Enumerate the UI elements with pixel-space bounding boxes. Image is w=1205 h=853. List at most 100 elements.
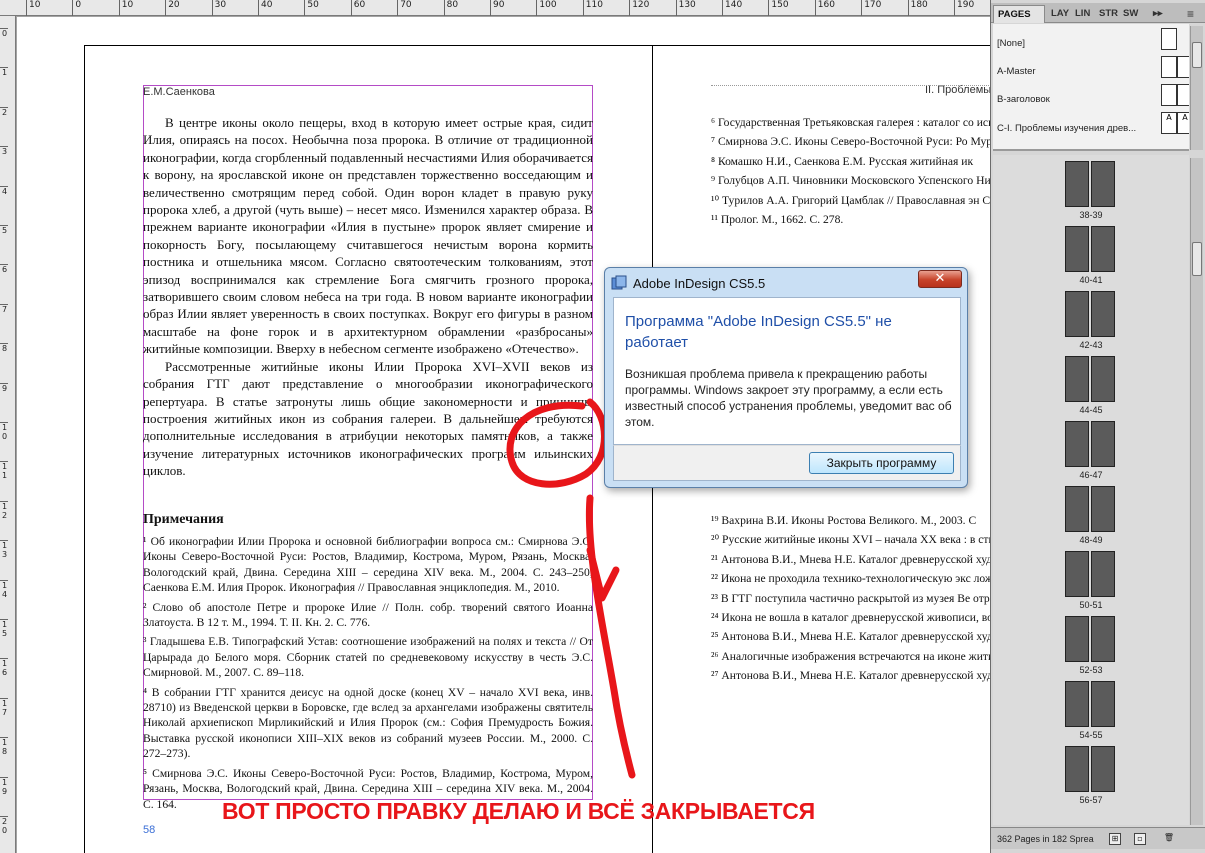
spread-thumbnail[interactable]: 50-51: [1051, 551, 1131, 610]
ruler-v-tick: 13: [0, 540, 8, 560]
vertical-ruler[interactable]: 0 1 2 3 4 5 6 7 8 9 10 11 12 13 14 15 16 17 18 19 20: [0, 16, 16, 853]
ruler-h-tick: 170: [861, 0, 881, 16]
body-text-frame[interactable]: В центре иконы около пещеры, вход в кото…: [143, 114, 593, 480]
spread-label: 54-55: [1079, 730, 1103, 740]
spread-thumbnail[interactable]: 38-39: [1051, 161, 1131, 220]
new-page-icon[interactable]: ▫: [1134, 833, 1146, 845]
annotation-caption: ВОТ ПРОСТО ПРАВКУ ДЕЛАЮ И ВСЁ ЗАКРЫВАЕТС…: [222, 798, 815, 824]
left-running-head: Е.М.Саенкова: [143, 86, 215, 98]
panel-status-bar: 362 Pages in 182 Sprea ⊞ ▫ 🗑: [991, 827, 1205, 849]
spread-label: 48-49: [1079, 535, 1103, 545]
spread-page-left[interactable]: [1065, 226, 1089, 272]
master-c-thumb-right[interactable]: A: [1177, 112, 1189, 134]
ruler-h-tick: 100: [536, 0, 557, 16]
right-note-22: ²² Икона не проходила технико-технологич…: [711, 572, 1011, 586]
tab-stroke[interactable]: STR: [1095, 5, 1122, 23]
spread-page-left[interactable]: [1065, 421, 1089, 467]
master-c-thumb-left[interactable]: A: [1161, 112, 1177, 134]
ruler-v-tick: 20: [0, 816, 8, 835]
masters-scroll-thumb[interactable]: [1192, 42, 1202, 68]
spread-page-left[interactable]: [1065, 746, 1089, 792]
spread-page-left[interactable]: [1065, 356, 1089, 402]
delete-page-icon[interactable]: 🗑: [1163, 833, 1175, 845]
ruler-v-tick: 10: [0, 422, 8, 441]
dialog-footer: Закрыть программу: [613, 445, 961, 481]
spread-page-right[interactable]: [1091, 291, 1115, 337]
body-paragraph-2: Рассмотренные житийные иконы Илии Пророк…: [143, 358, 593, 479]
body-paragraph-1: В центре иконы около пещеры, вход в кото…: [143, 115, 593, 357]
left-page[interactable]: Е.М.Саенкова В центре иконы около пещеры…: [84, 45, 653, 853]
spread-page-right[interactable]: [1091, 681, 1115, 727]
master-b-thumb-left[interactable]: [1161, 84, 1177, 106]
spread-page-right[interactable]: [1091, 161, 1115, 207]
ruler-v-tick: 9: [0, 382, 8, 393]
tab-swatches[interactable]: SW: [1119, 5, 1142, 23]
spread-page-right[interactable]: [1091, 616, 1115, 662]
dialog-body: Программа "Adobe InDesign CS5.5" не рабо…: [613, 297, 961, 445]
spread-page-left[interactable]: [1065, 681, 1089, 727]
ruler-h-tick: 10: [26, 0, 40, 16]
master-none[interactable]: [None]: [997, 38, 1025, 49]
horizontal-ruler[interactable]: 10 0 10 20 30 40 50 60 70 80 90 100 110 120 130 140 150 1…: [0, 0, 1021, 16]
ruler-h-tick: 140: [722, 0, 742, 16]
spread-page-right[interactable]: [1091, 746, 1115, 792]
spread-page-left[interactable]: [1065, 291, 1089, 337]
master-a[interactable]: A-Master: [997, 66, 1036, 77]
spreads-scroll-thumb[interactable]: [1192, 242, 1202, 276]
masters-section: [None] A-Master B-заголовок C-I. Проблем…: [993, 24, 1189, 151]
spread-thumbnail[interactable]: 40-41: [1051, 226, 1131, 285]
spread-label: 50-51: [1079, 600, 1103, 610]
spread-label: 46-47: [1079, 470, 1103, 480]
ruler-v-tick: 8: [0, 343, 8, 354]
spread-page-right[interactable]: [1091, 356, 1115, 402]
spread-thumbnail[interactable]: 44-45: [1051, 356, 1131, 415]
tab-pages[interactable]: PAGES: [993, 5, 1045, 23]
master-a-thumb-right[interactable]: [1177, 56, 1189, 78]
master-b[interactable]: B-заголовок: [997, 94, 1050, 105]
tab-layers[interactable]: LAY: [1047, 5, 1073, 23]
right-note-20: ²⁰ Русские житийные иконы XVI – начала X…: [711, 533, 1011, 547]
ruler-v-tick: 6: [0, 264, 8, 275]
ruler-h-tick: 130: [675, 0, 696, 16]
right-top-guide: [711, 85, 1013, 86]
dialog-title-bar[interactable]: Adobe InDesign CS5.5: [611, 273, 765, 293]
spread-page-right[interactable]: [1091, 486, 1115, 532]
notes-frame[interactable]: ¹ Об иконографии Илии Пророка и основной…: [143, 534, 593, 816]
spread-thumbnail[interactable]: 54-55: [1051, 681, 1131, 740]
ruler-v-tick: 0: [0, 28, 8, 38]
close-program-button[interactable]: Закрыть программу: [809, 452, 954, 474]
master-b-thumb-right[interactable]: [1177, 84, 1189, 106]
right-notes-bottom[interactable]: ¹⁹ Вахрина В.И. Иконы Ростова Великого. …: [711, 513, 1011, 688]
spread-page-left[interactable]: [1065, 551, 1089, 597]
master-c[interactable]: C-I. Проблемы изучения древ...: [997, 123, 1136, 134]
ruler-h-tick: 110: [582, 0, 603, 16]
spread-thumbnail[interactable]: 48-49: [1051, 486, 1131, 545]
spread-page-left[interactable]: [1065, 616, 1089, 662]
spread-thumbnail[interactable]: 42-43: [1051, 291, 1131, 350]
ruler-v-tick: 19: [0, 776, 8, 796]
spread-thumbnail[interactable]: 52-53: [1051, 616, 1131, 675]
dialog-close-button[interactable]: ✕: [918, 270, 962, 288]
more-tabs-icon[interactable]: ▸▸: [1149, 5, 1167, 23]
error-dialog[interactable]: Adobe InDesign CS5.5 ✕ Программа "Adobe …: [604, 267, 968, 488]
masters-scrollbar[interactable]: [1190, 26, 1203, 150]
spread-label: 52-53: [1079, 665, 1103, 675]
spread-page-left[interactable]: [1065, 486, 1089, 532]
edit-page-size-icon[interactable]: ⊞: [1109, 833, 1121, 845]
spread-thumbnail[interactable]: 56-57: [1051, 746, 1131, 805]
master-none-thumbnail[interactable]: [1161, 28, 1177, 50]
spread-page-right[interactable]: [1091, 226, 1115, 272]
spreads-scrollbar[interactable]: [1190, 158, 1203, 825]
ruler-h-tick: 0: [72, 0, 81, 16]
spread-thumbnail[interactable]: 46-47: [1051, 421, 1131, 480]
note-4: ⁴ В собрании ГТГ хранится деисус на одно…: [143, 685, 593, 761]
right-note-25: ²⁵ Антонова В.И., Мнева Н.Е. Каталог дре…: [711, 630, 1011, 644]
spread-page-left[interactable]: [1065, 161, 1089, 207]
panel-menu-icon[interactable]: ≡: [1183, 5, 1198, 23]
tab-links[interactable]: LIN: [1071, 5, 1094, 23]
spread-page-right[interactable]: [1091, 421, 1115, 467]
master-a-thumb-left[interactable]: [1161, 56, 1177, 78]
spread-page-right[interactable]: [1091, 551, 1115, 597]
ruler-h-tick: 80: [443, 0, 458, 16]
right-note-23: ²³ В ГТГ поступила частично раскрытой из…: [711, 591, 1011, 605]
